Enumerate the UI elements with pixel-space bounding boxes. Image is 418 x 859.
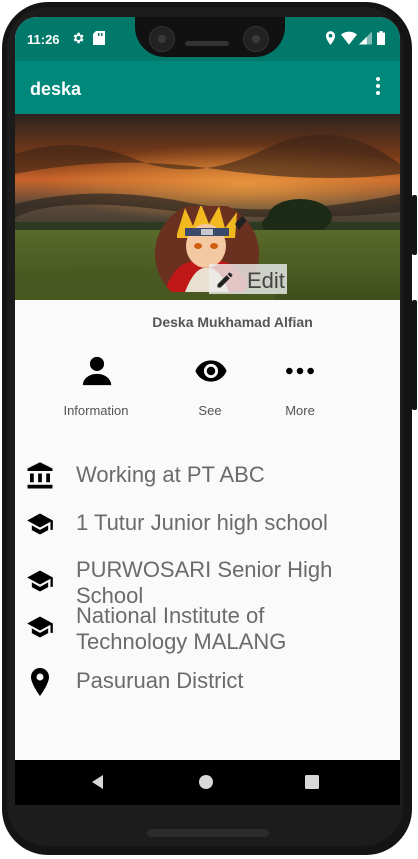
recents-icon[interactable] <box>305 775 319 794</box>
battery-icon <box>377 31 385 50</box>
signal-icon <box>359 31 372 50</box>
location-icon <box>325 31 336 50</box>
more-horiz-icon <box>282 354 318 393</box>
see-label: See <box>198 403 222 418</box>
back-icon[interactable] <box>90 774 106 795</box>
bank-icon <box>25 461 55 491</box>
status-time: 11:26 <box>27 32 60 47</box>
info-text-senior-high: PURWOSARI Senior High School <box>76 557 333 608</box>
info-text-work: Working at PT ABC <box>76 462 265 487</box>
wifi-icon <box>341 31 357 50</box>
profile-name: Deska Mukhamad Alfian <box>152 314 313 330</box>
info-text-location: Pasuruan District <box>76 668 244 693</box>
edit-label: Edit <box>247 268 285 293</box>
earpiece <box>185 41 229 46</box>
school-icon <box>25 510 55 540</box>
front-camera-2 <box>243 26 269 52</box>
person-icon <box>80 354 114 393</box>
location-pin-icon <box>28 667 58 697</box>
bottom-speaker <box>147 829 269 837</box>
info-text-junior-high: 1 Tutur Junior high school <box>76 510 328 535</box>
cover-photo[interactable]: Edit <box>15 114 400 300</box>
home-icon[interactable] <box>198 774 214 795</box>
pencil-icon <box>215 270 235 295</box>
status-bar: 11:26 <box>15 17 400 61</box>
front-camera <box>149 26 175 52</box>
gear-icon <box>71 31 85 50</box>
information-label: Information <box>63 403 129 418</box>
more-vert-icon[interactable] <box>368 77 388 99</box>
navigation-bar <box>15 760 400 805</box>
camera-notch <box>135 17 285 57</box>
power-button <box>412 195 417 255</box>
sd-card-icon <box>93 31 105 50</box>
school-icon <box>25 613 55 643</box>
info-text-institute: National Institute of Technology MALANG <box>76 603 287 654</box>
screen: 11:26 deska Edit Deska Mukhamad Alfian I… <box>15 17 400 803</box>
more-label: More <box>285 403 315 418</box>
school-icon <box>25 567 55 597</box>
app-title: deska <box>30 79 82 99</box>
edit-button[interactable]: Edit <box>209 264 287 294</box>
volume-button <box>412 300 417 410</box>
eye-icon <box>193 354 229 393</box>
app-bar: deska <box>15 61 400 114</box>
